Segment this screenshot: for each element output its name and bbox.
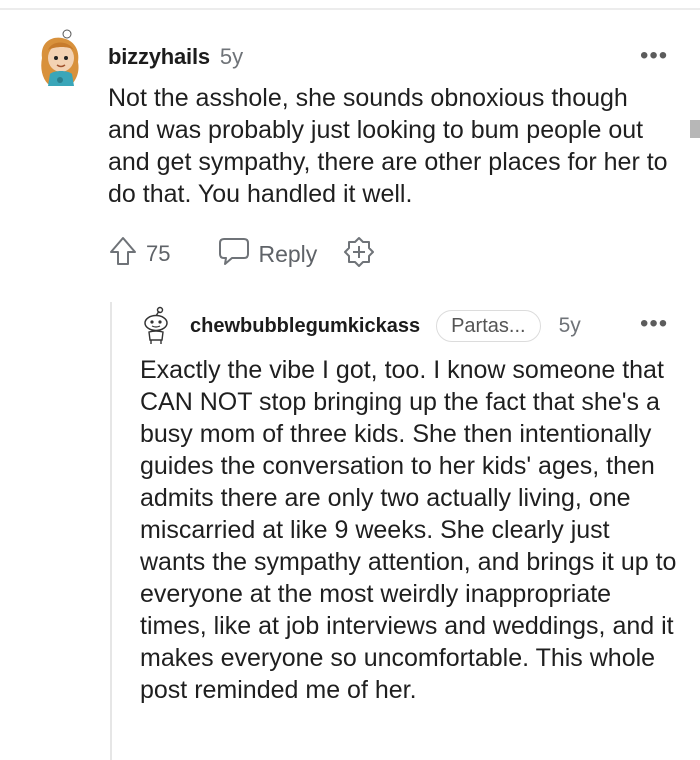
ellipsis-icon[interactable]: ••• <box>640 312 668 336</box>
reply-label: Reply <box>258 240 318 267</box>
username[interactable]: chewbubblegumkickass <box>190 315 420 338</box>
scrollbar-thumb[interactable] <box>690 120 700 138</box>
speech-bubble-icon <box>218 236 250 272</box>
top-divider <box>0 8 700 10</box>
comment-age: 5y <box>558 314 581 337</box>
thread-line[interactable] <box>110 302 112 760</box>
award-plus-icon[interactable] <box>343 236 375 273</box>
vote-score: 75 <box>146 241 171 266</box>
user-flair[interactable]: Partas... <box>436 310 541 342</box>
upvote-button[interactable]: 75 <box>108 235 170 273</box>
reply-button[interactable]: Reply <box>218 236 317 272</box>
upvote-arrow-icon[interactable] <box>108 235 138 273</box>
username[interactable]: bizzyhails <box>108 44 210 70</box>
comment-actions: 75 Reply <box>108 236 375 272</box>
comment-thread: bizzyhails 5y ••• Not the asshole, she s… <box>0 0 700 760</box>
snoo-avatar-icon[interactable] <box>140 306 172 346</box>
ellipsis-icon[interactable]: ••• <box>640 44 668 68</box>
user-avatar-icon[interactable] <box>34 28 86 88</box>
comment-age: 5y <box>219 44 244 69</box>
reply-body: Exactly the vibe I got, too. I know some… <box>140 356 677 704</box>
comment-body: Not the asshole, she sounds obnoxious th… <box>108 84 668 208</box>
award-button[interactable] <box>343 236 375 273</box>
comment-header: bizzyhails 5y <box>108 44 243 70</box>
reply-header: chewbubblegumkickass Partas... 5y <box>190 310 581 342</box>
